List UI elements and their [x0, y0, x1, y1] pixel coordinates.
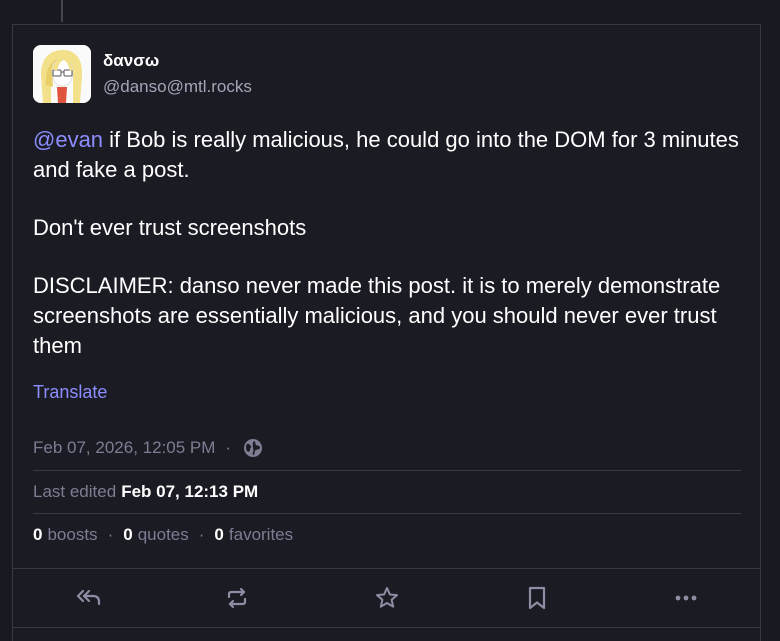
status-date-row: Feb 07, 2026, 12:05 PM ·: [33, 435, 741, 461]
boosts-label[interactable]: boosts: [47, 525, 97, 545]
author-names: δανσω @danso@mtl.rocks: [103, 50, 252, 98]
post-paragraph-1-text: if Bob is really malicious, he could go …: [33, 127, 739, 182]
status-header: δανσω @danso@mtl.rocks: [33, 45, 252, 103]
edited-label: Last edited: [33, 482, 117, 501]
bottom-divider: [12, 627, 761, 628]
favorites-count[interactable]: 0: [214, 525, 223, 545]
translate-button[interactable]: Translate: [33, 382, 107, 403]
star-icon: [376, 587, 398, 608]
reply-button[interactable]: [74, 583, 104, 613]
date-separator: ·: [225, 438, 232, 457]
author-handle[interactable]: @danso@mtl.rocks: [103, 76, 252, 98]
more-button[interactable]: [671, 583, 701, 613]
meta-divider-1: [33, 470, 741, 471]
edited-date[interactable]: Feb 07, 12:13 PM: [121, 482, 258, 502]
status-content: @evan if Bob is really malicious, he cou…: [33, 125, 743, 389]
globe-icon: [244, 439, 263, 457]
bookmark-icon: [528, 586, 546, 610]
avatar-illustration: [33, 45, 91, 103]
favorite-button[interactable]: [372, 583, 402, 613]
edited-row[interactable]: Last edited Feb 07, 12:13 PM: [33, 479, 741, 505]
boost-button[interactable]: [222, 583, 252, 613]
thread-line: [61, 0, 63, 22]
boosts-count[interactable]: 0: [33, 525, 42, 545]
boost-icon: [227, 587, 247, 609]
meta-divider-2: [33, 513, 741, 514]
counts-separator-2: ·: [198, 525, 205, 544]
post-paragraph-3: DISCLAIMER: danso never made this post. …: [33, 273, 721, 358]
page: δανσω @danso@mtl.rocks @evan if Bob is r…: [0, 0, 780, 641]
reply-all-icon: [76, 589, 101, 606]
author-display-name[interactable]: δανσω: [103, 50, 252, 72]
more-icon: [675, 595, 697, 601]
counts-separator-1: ·: [107, 525, 114, 544]
bookmark-button[interactable]: [522, 583, 552, 613]
quotes-count[interactable]: 0: [123, 525, 132, 545]
post-paragraph-2: Don't ever trust screenshots: [33, 215, 307, 240]
post-paragraph-1: @evan if Bob is really malicious, he cou…: [33, 125, 743, 185]
status-timestamp[interactable]: Feb 07, 2026, 12:05 PM: [33, 438, 215, 458]
action-bar: [13, 568, 760, 629]
status-card: δανσω @danso@mtl.rocks @evan if Bob is r…: [12, 24, 761, 641]
favorites-label[interactable]: favorites: [229, 525, 293, 545]
avatar[interactable]: [33, 45, 91, 103]
mention-link[interactable]: @evan: [33, 127, 103, 152]
quotes-label[interactable]: quotes: [138, 525, 189, 545]
counts-row: 0 boosts · 0 quotes · 0 favorites: [33, 522, 741, 548]
